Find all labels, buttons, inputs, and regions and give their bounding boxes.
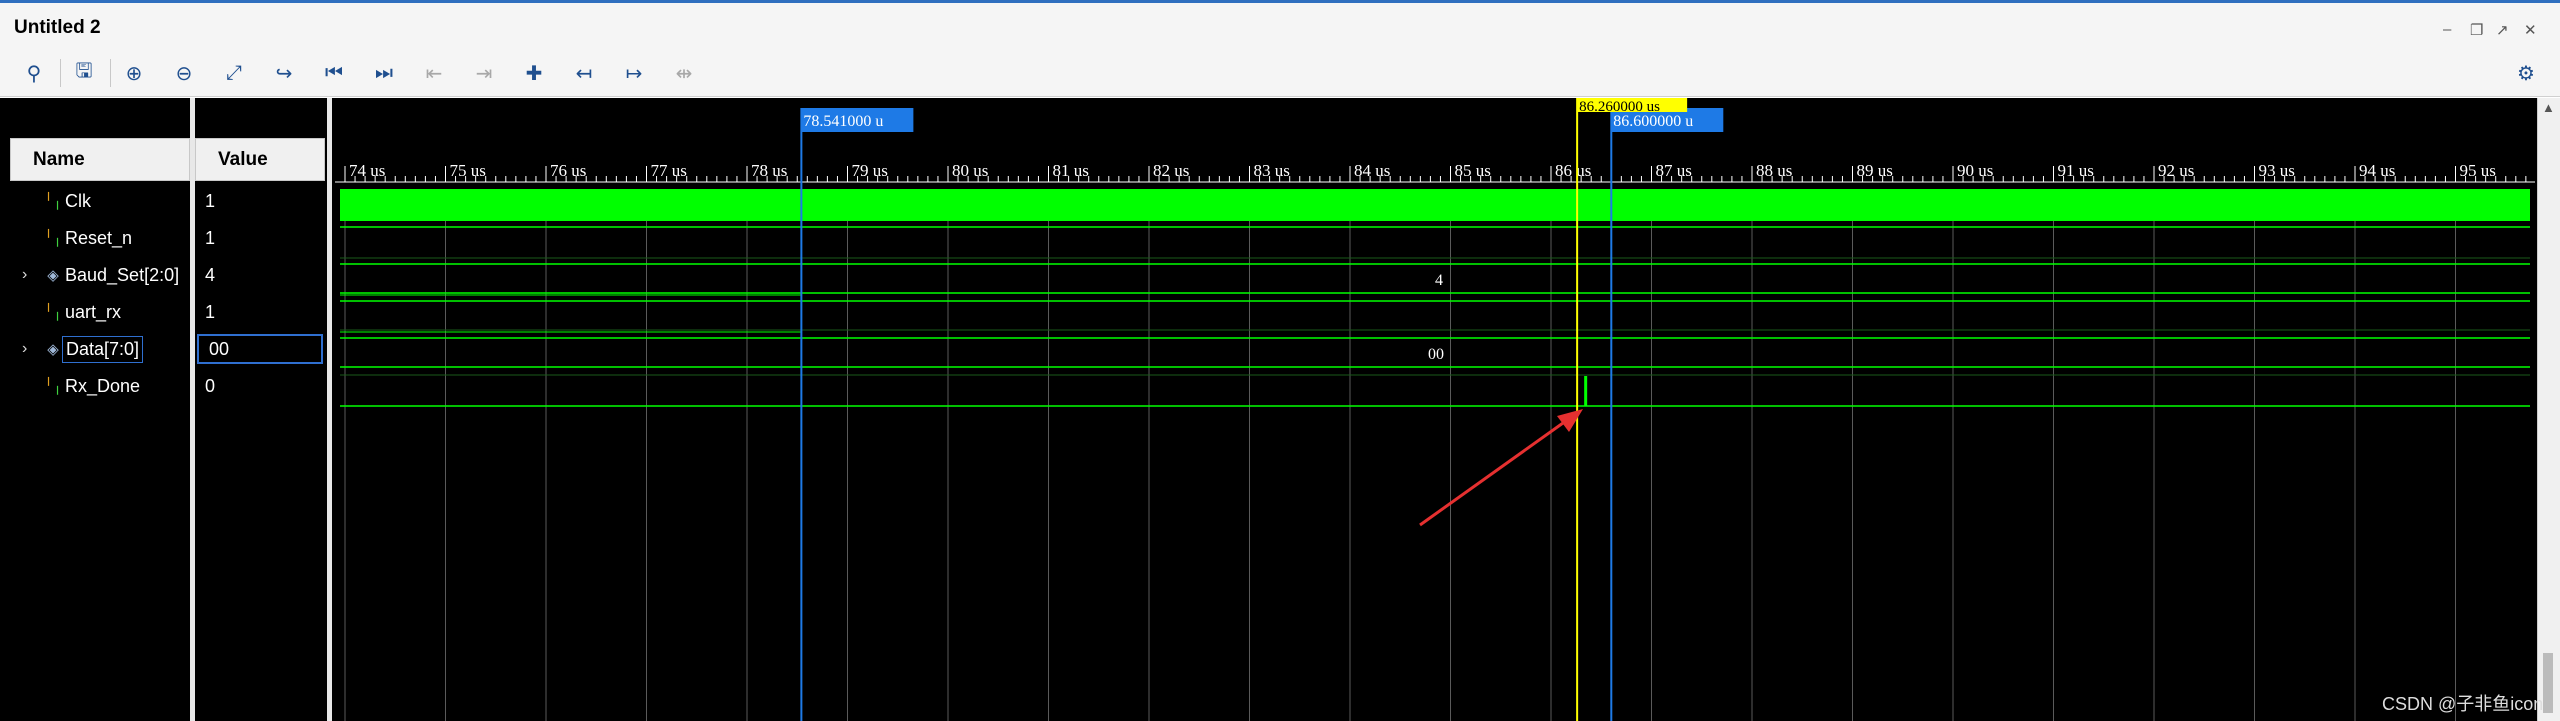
value-column-header[interactable]: Value: [195, 138, 325, 181]
scroll-up-icon[interactable]: ▲: [2542, 100, 2555, 115]
previous-marker-icon[interactable]: ↤: [570, 59, 598, 87]
signal-name: Reset_n: [65, 227, 133, 248]
toolbar-separator: [60, 59, 61, 87]
save-icon[interactable]: 🖫: [70, 59, 98, 87]
signal-value[interactable]: 1: [195, 186, 325, 216]
waveform-viewer: Name ╵ ╷ Clk ╵ ╷ Reset_n › ◈ Baud_Set[2:0] ╵ ╷ uart…: [0, 98, 2560, 721]
clk-waveform[interactable]: [340, 189, 2530, 221]
restore-icon[interactable]: ❐: [2470, 21, 2483, 39]
time-marker-label: 86.600000 u: [1613, 113, 1693, 130]
signal-row[interactable]: › ◈ Data[7:0]: [10, 334, 190, 364]
time-tick-label: 74 us: [349, 161, 385, 180]
signal-value[interactable]: 1: [195, 297, 325, 327]
window-title: Untitled 2: [14, 17, 101, 38]
signal-value[interactable]: 0: [195, 371, 325, 401]
name-column-header[interactable]: Name: [10, 138, 190, 181]
time-tick-label: 88 us: [1756, 161, 1792, 180]
time-tick-label: 87 us: [1656, 161, 1692, 180]
signal-value[interactable]: 4: [195, 260, 325, 290]
zoom-fit-icon[interactable]: ⤢: [220, 59, 248, 87]
data-bus-label: 00: [1428, 346, 1444, 363]
time-tick-label: 91 us: [2058, 161, 2094, 180]
signal-value[interactable]: 1: [195, 223, 325, 253]
zoom-in-icon[interactable]: ⊕: [120, 59, 148, 87]
float-icon[interactable]: ↗: [2496, 21, 2509, 39]
signal-name: Baud_Set[2:0]: [65, 264, 180, 285]
signal-row[interactable]: ╵ ╷ Clk: [10, 186, 190, 216]
time-tick-label: 90 us: [1957, 161, 1993, 180]
next-transition-icon[interactable]: ⇥: [470, 59, 498, 87]
vertical-scrollbar[interactable]: ▲: [2537, 98, 2560, 721]
signal-name-column: Name ╵ ╷ Clk ╵ ╷ Reset_n › ◈ Baud_Set[2:0] ╵ ╷ uart…: [10, 98, 190, 721]
signal-row[interactable]: ╵ ╷ Reset_n: [10, 223, 190, 253]
search-icon[interactable]: ⚲: [20, 59, 48, 87]
signal-row[interactable]: ╵ ╷ uart_rx: [10, 297, 190, 327]
expand-chevron-icon[interactable]: ›: [22, 266, 27, 284]
window-titlebar: Untitled 2 – ❐ ↗ ✕: [0, 0, 2560, 49]
minimize-icon[interactable]: –: [2443, 21, 2451, 38]
time-tick-label: 92 us: [2158, 161, 2194, 180]
bit-signal-icon: ╵ ╷: [43, 193, 63, 210]
time-tick-label: 76 us: [550, 161, 586, 180]
previous-transition-icon[interactable]: ⇤: [420, 59, 448, 87]
signal-name: Clk: [65, 190, 91, 211]
baud-set-bus-label: 4: [1435, 272, 1443, 289]
waveform-canvas[interactable]: 74 us 75 us 76 us 77 us 78 us 79 us 80 us 81 us…: [335, 98, 2535, 721]
time-tick-label: 81 us: [1053, 161, 1089, 180]
expand-chevron-icon[interactable]: ›: [22, 340, 27, 358]
waveform-toolbar: ⚲ 🖫 ⊕ ⊖ ⤢ ↪ ⏮ ⏭ ⇤ ⇥ ✚ ↤ ↦ ⇹ ⚙: [0, 49, 2560, 97]
time-tick-label: 83 us: [1254, 161, 1290, 180]
gear-icon[interactable]: ⚙: [2512, 59, 2540, 87]
watermark: CSDN @子非鱼icon: [2382, 694, 2544, 714]
zoom-out-icon[interactable]: ⊖: [170, 59, 198, 87]
toolbar-separator: [110, 59, 111, 87]
time-tick-label: 93 us: [2259, 161, 2295, 180]
signal-value-column: Value 1 1 4 1 00 0: [195, 98, 325, 721]
cursor-time-label: 86.260000 us: [1579, 99, 1660, 115]
time-marker-label: 78.541000 u: [803, 113, 883, 130]
time-tick-label: 77 us: [651, 161, 687, 180]
time-tick-label: 95 us: [2460, 161, 2496, 180]
time-tick-label: 94 us: [2359, 161, 2395, 180]
time-tick-label: 84 us: [1354, 161, 1390, 180]
time-tick-label: 86 us: [1555, 161, 1591, 180]
bit-signal-icon: ╵ ╷: [43, 230, 63, 247]
signal-name: Rx_Done: [65, 375, 141, 396]
time-tick-label: 85 us: [1455, 161, 1491, 180]
signal-name: uart_rx: [65, 301, 122, 322]
time-tick-label: 89 us: [1857, 161, 1893, 180]
annotation-arrow: [1419, 416, 1571, 527]
swap-cursors-icon[interactable]: ⇹: [670, 59, 698, 87]
signal-row[interactable]: › ◈ Baud_Set[2:0]: [10, 260, 190, 290]
bus-signal-icon: ◈: [47, 341, 59, 358]
bit-signal-icon: ╵ ╷: [43, 378, 63, 395]
go-to-time-0-icon[interactable]: ⏮: [320, 59, 348, 87]
go-to-last-time-icon[interactable]: ⏭: [370, 59, 398, 87]
time-tick-label: 79 us: [852, 161, 888, 180]
time-tick-label: 78 us: [751, 161, 787, 180]
go-to-cursor-icon[interactable]: ↪: [270, 59, 298, 87]
add-marker-icon[interactable]: ✚: [520, 59, 548, 87]
signal-row[interactable]: ╵ ╷ Rx_Done: [10, 371, 190, 401]
bus-signal-icon: ◈: [47, 267, 59, 284]
signal-value[interactable]: 00: [197, 334, 323, 364]
close-icon[interactable]: ✕: [2524, 21, 2537, 39]
bit-signal-icon: ╵ ╷: [43, 304, 63, 321]
signal-name: Data[7:0]: [62, 335, 144, 363]
next-marker-icon[interactable]: ↦: [620, 59, 648, 87]
time-tick-label: 82 us: [1153, 161, 1189, 180]
time-tick-label: 80 us: [952, 161, 988, 180]
annotation-arrowhead: [1557, 409, 1583, 432]
scrollbar-thumb[interactable]: [2543, 653, 2553, 713]
time-tick-label: 75 us: [450, 161, 486, 180]
rx-done-pulse[interactable]: [1584, 376, 1588, 406]
column-divider[interactable]: [327, 98, 332, 721]
